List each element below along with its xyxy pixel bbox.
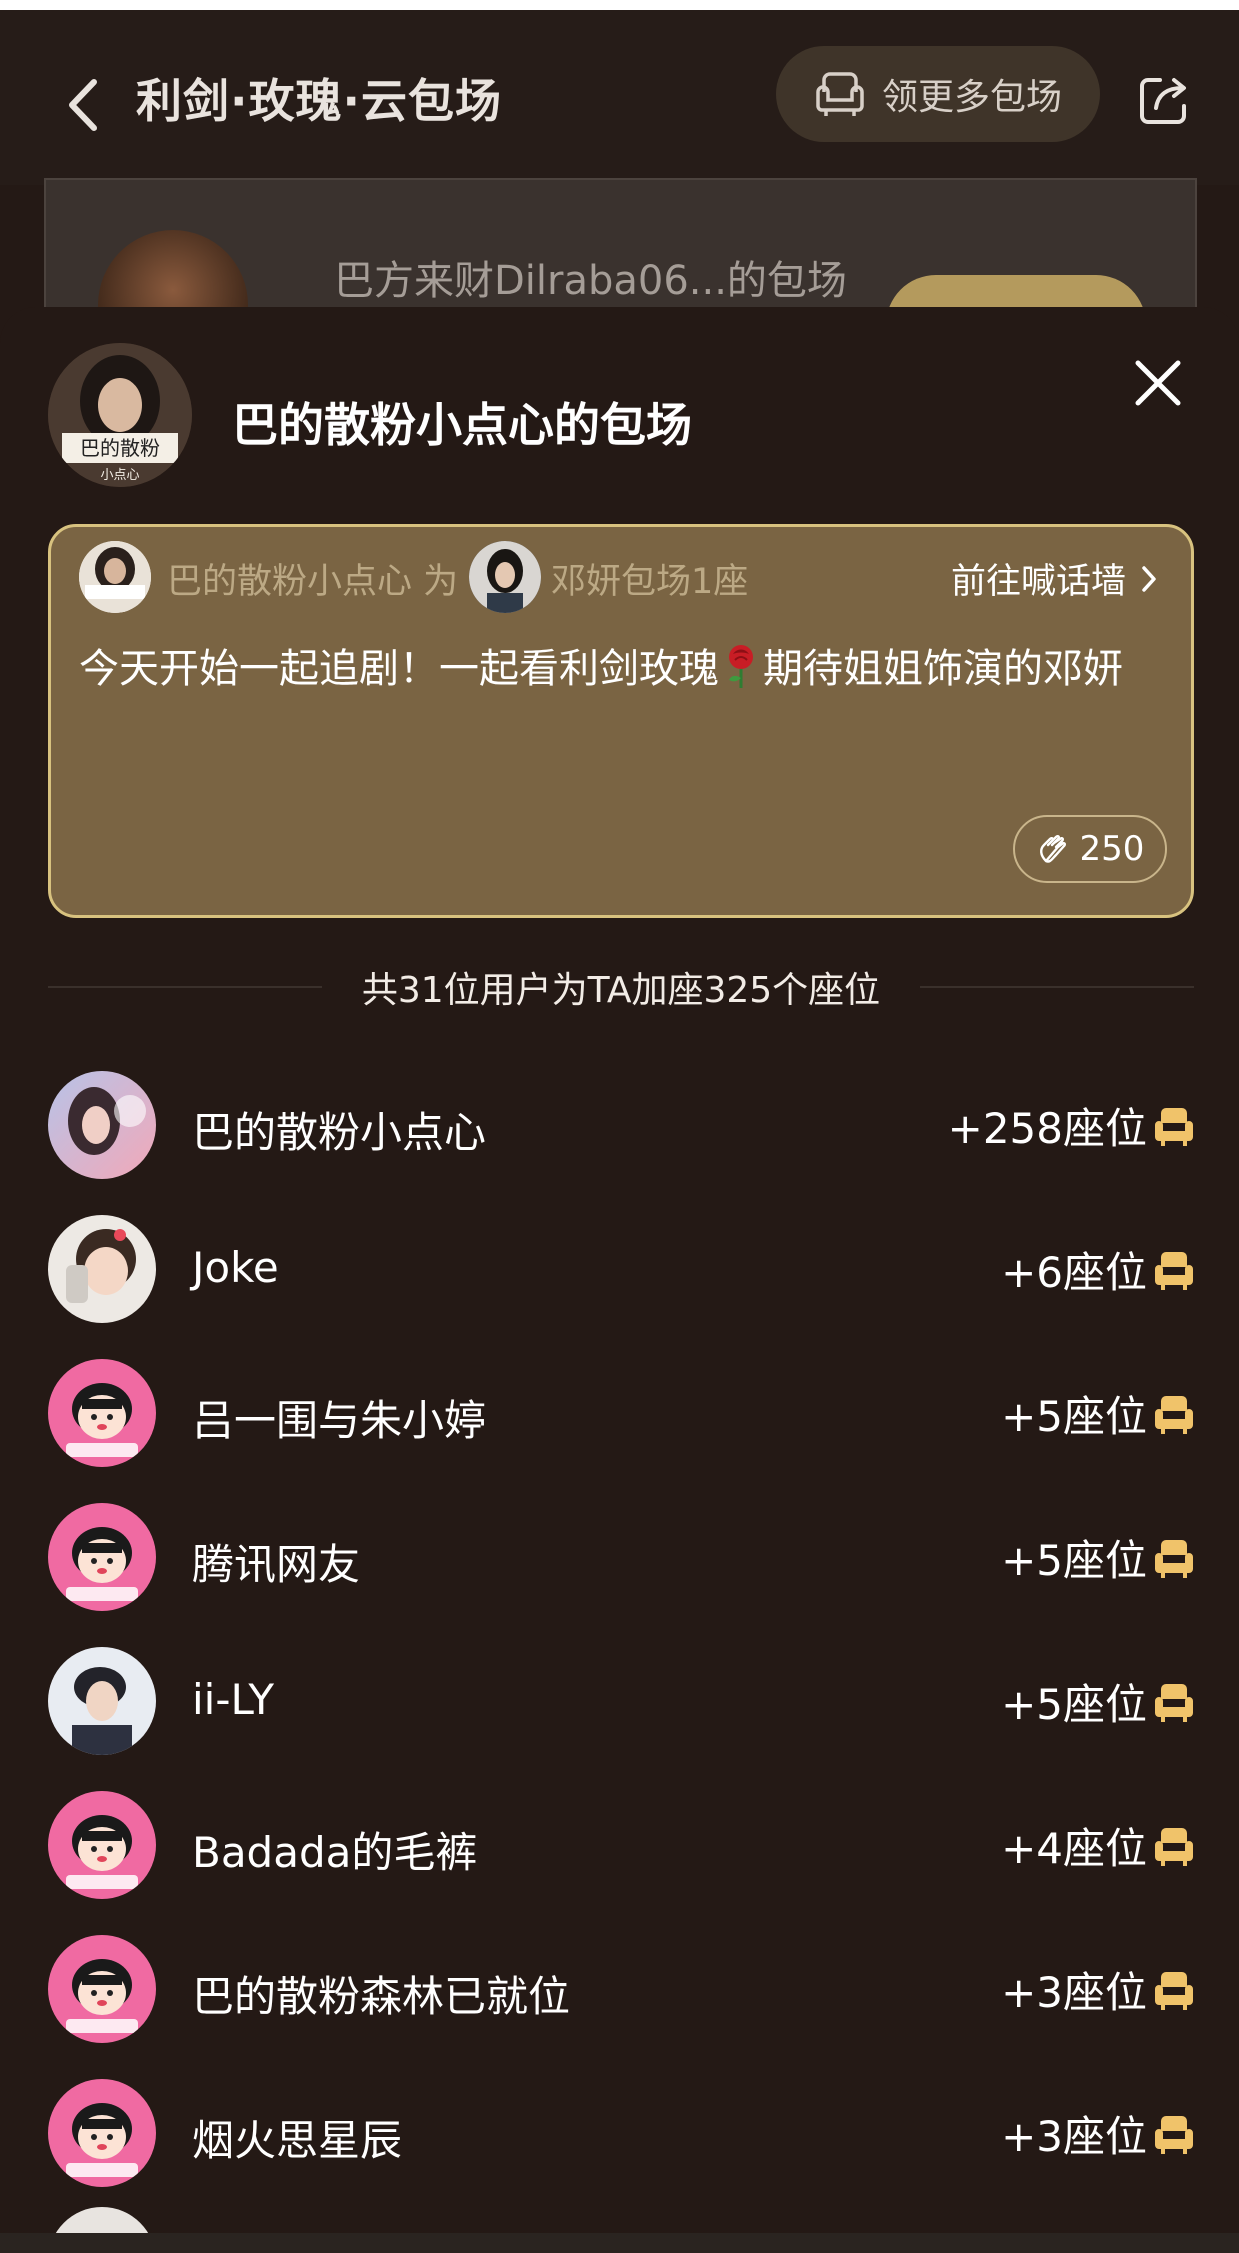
seat-count-text: +3座位 — [1001, 1968, 1147, 2017]
seat-count-text: +6座位 — [1001, 1248, 1147, 1297]
recipient-text: 邓妍包场1座 — [551, 562, 749, 602]
sender-name: 巴的散粉小点心 — [167, 562, 413, 602]
connector-text: 为 — [423, 562, 459, 602]
chevron-left-icon — [69, 79, 97, 131]
supporter-avatar — [48, 1935, 156, 2043]
more-screenings-button[interactable]: 领更多包场 — [776, 46, 1100, 142]
supporter-name: 腾讯网友 — [192, 1540, 361, 1589]
seat-icon — [1155, 1107, 1193, 1146]
message-card: 巴的散粉小点心 为 邓妍包场1座 前往喊话墙 今天开始一起追剧！一起看利剑玫瑰 — [48, 524, 1194, 918]
supporter-name: 吕一围与朱小婷 — [192, 1396, 487, 1445]
seat-count-text: +4座位 — [1001, 1824, 1147, 1873]
recipient-avatar-image — [469, 541, 541, 613]
supporter-name: 烟火思星辰 — [192, 2116, 403, 2165]
supporter-avatar — [48, 1359, 156, 1467]
message-text-end: 期待姐姐饰演的邓妍 — [763, 646, 1123, 692]
share-icon — [1140, 78, 1186, 124]
seat-icon — [1155, 1395, 1193, 1434]
seat-icon — [1155, 1539, 1193, 1578]
supporter-row[interactable]: 巴的散粉森林已就位 +3座位 — [0, 1919, 1239, 2063]
clap-count: 250 — [1079, 829, 1145, 869]
supporter-row[interactable]: Badada的毛裤 +4座位 — [0, 1775, 1239, 1919]
supporter-row[interactable]: 巴的散粉小点心 +258座位 — [0, 1055, 1239, 1199]
seat-icon — [1155, 1251, 1193, 1290]
message-sender: 巴的散粉小点心 为 — [167, 553, 458, 604]
seat-icon — [1155, 2115, 1193, 2154]
shout-wall-label: 前往喊话墙 — [951, 562, 1127, 602]
divider-left — [48, 986, 322, 988]
supporter-avatar — [48, 1791, 156, 1899]
sender-avatar-image — [79, 541, 151, 613]
close-button[interactable] — [1130, 355, 1186, 411]
message-text-start: 今天开始一起追剧！一起看利剑玫瑰 — [79, 646, 719, 692]
supporter-name: Badada的毛裤 — [192, 1828, 478, 1877]
supporter-row[interactable]: Joke +6座位 — [0, 1199, 1239, 1343]
supporter-row[interactable]: ii-LY +5座位 — [0, 1631, 1239, 1775]
supporter-seat-count: +5座位 — [1001, 1383, 1197, 1444]
bottom-indicator — [0, 2233, 1239, 2253]
chevron-right-icon — [1142, 565, 1156, 592]
supporter-seat-count: +5座位 — [1001, 1527, 1197, 1588]
supporter-row[interactable]: 吕一围与朱小婷 +5座位 — [0, 1343, 1239, 1487]
seat-icon — [816, 72, 864, 116]
clap-icon — [1039, 834, 1066, 863]
supporter-seat-count: +4座位 — [1001, 1815, 1197, 1876]
supporter-row[interactable]: 烟火思星辰 +3座位 — [0, 2063, 1239, 2207]
supporter-seat-count: +5座位 — [1001, 1671, 1197, 1732]
clap-button[interactable]: 250 — [1013, 815, 1167, 883]
divider-right — [920, 986, 1195, 988]
seat-count-text: +5座位 — [1001, 1680, 1147, 1729]
page-title: 利剑·玫瑰·云包场 — [136, 74, 502, 128]
host-avatar-caption: 巴的散粉 — [80, 436, 160, 460]
supporter-seat-count: +3座位 — [1001, 2103, 1197, 2164]
shout-wall-link[interactable]: 前往喊话墙 — [951, 553, 1160, 604]
screening-detail-sheet: 巴的散粉 小点心 巴的散粉小点心的包场 巴的散粉小点心 为 邓妍包场1座 前往喊… — [0, 307, 1239, 2253]
supporter-list: 巴的散粉小点心 +258座位 Joke +6座位 吕一围与朱小婷 +5座位 腾讯网友 +5座位… — [0, 1055, 1239, 2207]
supporter-name: 巴的散粉小点心 — [192, 1108, 487, 1157]
close-icon — [1135, 360, 1181, 406]
supporter-avatar — [48, 1215, 156, 1323]
supporter-row[interactable]: 腾讯网友 +5座位 — [0, 1487, 1239, 1631]
back-button[interactable] — [60, 70, 110, 140]
more-screenings-label: 领更多包场 — [882, 77, 1063, 118]
status-strip — [0, 0, 1239, 10]
recipient-avatar — [469, 541, 541, 613]
supporter-avatar — [48, 1647, 156, 1755]
seat-count-text: +5座位 — [1001, 1536, 1147, 1585]
supporter-seat-count: +3座位 — [1001, 1959, 1197, 2020]
seat-count-text: +258座位 — [947, 1104, 1147, 1153]
supporter-name: Joke — [192, 1243, 279, 1292]
seat-icon — [1155, 1971, 1193, 2010]
seat-icon — [1155, 1683, 1193, 1722]
supporter-avatar — [48, 1503, 156, 1611]
host-avatar: 巴的散粉 小点心 — [48, 343, 192, 487]
rose-icon — [729, 645, 753, 688]
background-card-title: 巴方来财Dilraba06...的包场 — [334, 258, 847, 304]
seat-icon — [1155, 1827, 1193, 1866]
top-bar: 利剑·玫瑰·云包场 领更多包场 — [0, 10, 1239, 185]
supporter-avatar — [48, 1071, 156, 1179]
host-avatar-subcaption: 小点心 — [100, 468, 139, 483]
supporters-summary: 共31位用户为TA加座325个座位 — [48, 952, 1195, 1022]
supporter-seat-count: +6座位 — [1001, 1239, 1197, 1300]
share-button[interactable] — [1136, 72, 1192, 128]
seat-count-text: +5座位 — [1001, 1392, 1147, 1441]
seat-count-text: +3座位 — [1001, 2112, 1147, 2161]
supporter-avatar — [48, 2079, 156, 2187]
sender-avatar — [79, 541, 151, 613]
supporters-summary-text: 共31位用户为TA加座325个座位 — [361, 970, 881, 1011]
supporter-name: ii-LY — [192, 1675, 274, 1724]
supporter-seat-count: +258座位 — [948, 1095, 1197, 1156]
message-body: 今天开始一起追剧！一起看利剑玫瑰 期待姐姐饰演的邓妍 — [79, 637, 1159, 701]
supporter-name: 巴的散粉森林已就位 — [192, 1972, 571, 2021]
background-screening-card: 巴方来财Dilraba06...的包场 — [44, 178, 1197, 380]
host-title: 巴的散粉小点心的包场 — [232, 398, 692, 452]
host-avatar-image: 巴的散粉 小点心 — [48, 343, 192, 487]
